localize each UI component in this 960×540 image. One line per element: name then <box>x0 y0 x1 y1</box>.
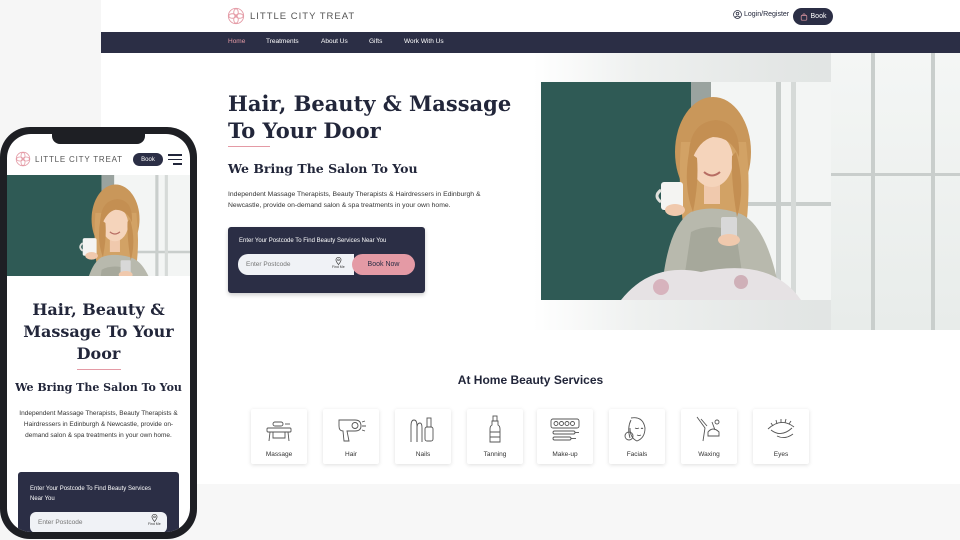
mobile-phone-frame: LITTLE CITY TREAT Book Hair, Beauty & Ma… <box>0 127 197 539</box>
hero-subtitle: We Bring The Salon To You <box>228 161 418 176</box>
mobile-logo-text: LITTLE CITY TREAT <box>35 154 123 164</box>
hero-window-decor <box>831 53 960 330</box>
mobile-hero-photo <box>7 175 190 276</box>
mobile-site-logo[interactable]: LITTLE CITY TREAT <box>15 151 123 167</box>
hero-description: Independent Massage Therapists, Beauty T… <box>228 191 481 209</box>
mobile-book-button[interactable]: Book <box>133 153 163 166</box>
location-pin-icon <box>335 257 342 265</box>
service-card-hair[interactable]: Hair <box>323 409 379 464</box>
login-register-link[interactable]: Login/Register <box>733 10 789 19</box>
service-label-facials: Facials <box>626 451 648 458</box>
header-book-label: Book <box>810 13 827 20</box>
service-card-massage[interactable]: Massage <box>251 409 307 464</box>
massage-table-icon <box>266 421 292 442</box>
find-me-button[interactable]: Find Me <box>332 257 345 269</box>
mobile-screen: LITTLE CITY TREAT Book Hair, Beauty & Ma… <box>7 134 190 532</box>
hero-photo <box>541 82 831 300</box>
service-label-eyes: Eyes <box>773 451 789 458</box>
next-section-band <box>101 484 960 540</box>
service-card-tanning[interactable]: Tanning <box>467 409 523 464</box>
eye-lashes-icon <box>767 418 795 439</box>
nav-item-treatments[interactable]: Treatments <box>266 38 299 45</box>
postcode-search-card: Enter Your Postcode To Find Beauty Servi… <box>228 227 425 293</box>
nav-item-gifts[interactable]: Gifts <box>369 38 382 45</box>
mobile-hero-description: Independent Massage Therapists, Beauty T… <box>19 410 178 439</box>
site-header: LITTLE CITY TREAT Login/Register Book <box>101 0 960 32</box>
user-icon <box>733 10 742 19</box>
logo-flower-icon <box>227 7 245 25</box>
hair-dryer-icon <box>338 419 366 442</box>
mobile-find-me-label: Find Me <box>148 522 161 526</box>
makeup-palette-icon <box>550 418 580 441</box>
service-card-make-up[interactable]: Make-up <box>537 409 593 464</box>
service-card-facials[interactable]: Facials <box>609 409 665 464</box>
service-card-nails[interactable]: Nails <box>395 409 451 464</box>
site-logo[interactable]: LITTLE CITY TREAT <box>227 7 355 25</box>
service-label-nails: Nails <box>415 451 431 458</box>
face-icon <box>624 417 646 442</box>
book-now-button[interactable]: Book Now <box>352 254 415 275</box>
desktop-view: LITTLE CITY TREAT Login/Register Book Ho… <box>101 0 960 540</box>
hamburger-menu-icon[interactable] <box>168 154 182 168</box>
service-label-tanning: Tanning <box>483 451 507 458</box>
mobile-postcode-label: Enter Your Postcode To Find Beauty Servi… <box>30 486 151 502</box>
service-label-make-up: Make-up <box>552 451 578 458</box>
mobile-hero-subtitle: We Bring The Salon To You <box>15 381 182 394</box>
phone-notch <box>52 134 145 144</box>
main-nav: Home Treatments About Us Gifts Work With… <box>101 32 960 53</box>
nail-polish-icon <box>410 417 434 442</box>
hero-title: Hair, Beauty & Massage To Your Door <box>228 91 512 143</box>
service-label-waxing: Waxing <box>698 451 720 458</box>
logo-flower-icon <box>15 151 31 167</box>
waxing-icon <box>696 416 720 442</box>
mobile-postcode-search-card: Enter Your Postcode To Find Beauty Servi… <box>18 472 179 532</box>
services-title: At Home Beauty Services <box>457 373 604 387</box>
service-label-hair: Hair <box>345 451 357 458</box>
login-register-label: Login/Register <box>744 11 790 18</box>
find-me-label: Find Me <box>332 265 345 269</box>
postcode-search-label: Enter Your Postcode To Find Beauty Servi… <box>239 238 387 244</box>
mobile-find-me-button[interactable]: Find Me <box>148 514 161 526</box>
hero-title-divider <box>228 146 270 147</box>
mobile-hero-title: Hair, Beauty & Massage To Your Door <box>23 300 174 363</box>
header-book-button[interactable]: Book <box>793 8 833 25</box>
nav-item-work-with-us[interactable]: Work With Us <box>404 38 444 45</box>
shopping-bag-icon <box>800 12 807 21</box>
service-label-massage: Massage <box>265 451 293 458</box>
nav-item-home[interactable]: Home <box>228 38 245 45</box>
mobile-postcode-input[interactable] <box>30 512 167 532</box>
logo-text: LITTLE CITY TREAT <box>250 10 356 22</box>
tanning-bottle-icon <box>489 415 501 443</box>
mobile-hero-divider <box>77 369 121 370</box>
nav-item-about-us[interactable]: About Us <box>321 38 348 45</box>
location-pin-icon <box>151 514 158 522</box>
service-card-eyes[interactable]: Eyes <box>753 409 809 464</box>
service-card-waxing[interactable]: Waxing <box>681 409 737 464</box>
